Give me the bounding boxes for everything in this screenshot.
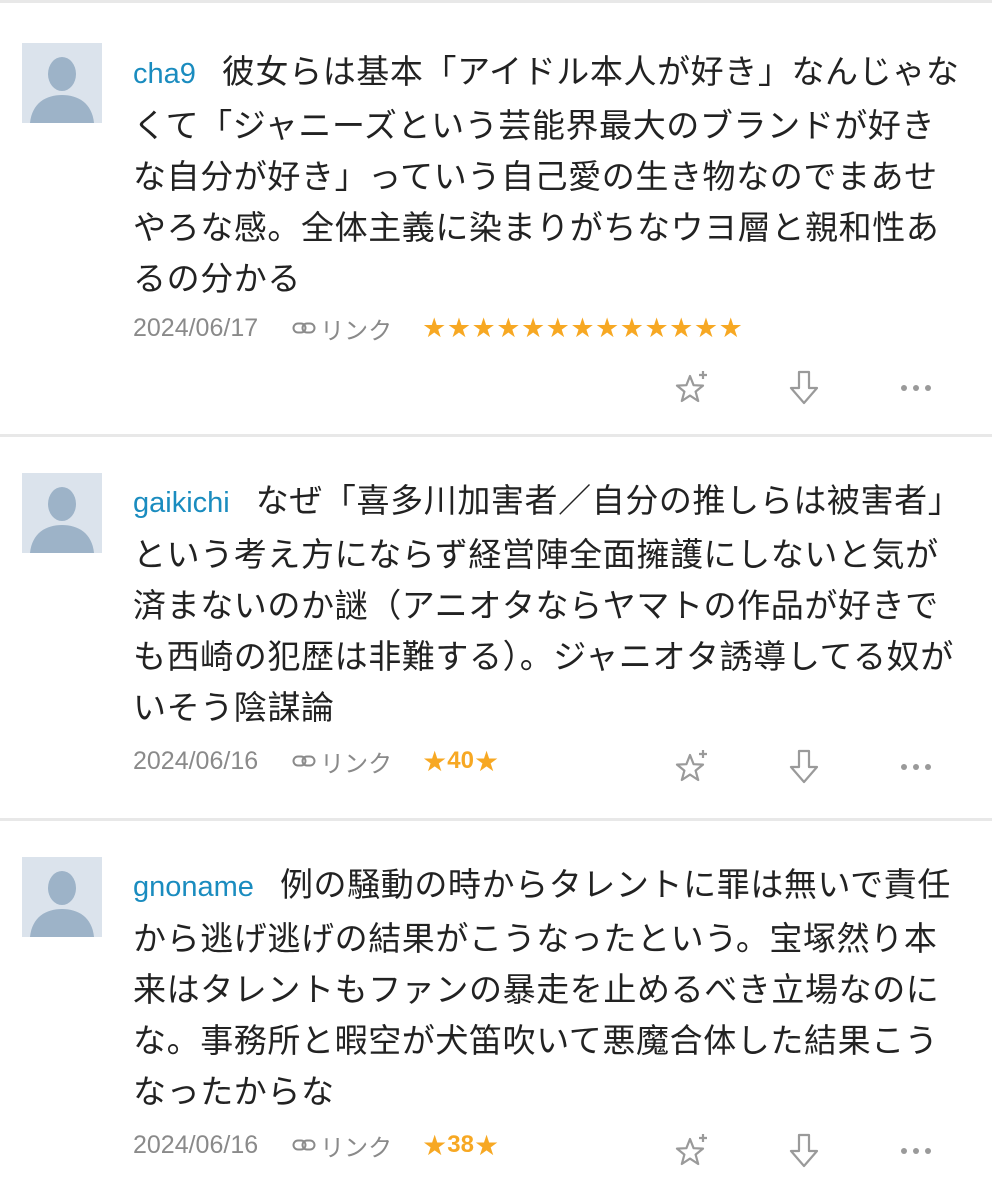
user-silhouette-icon	[22, 43, 102, 123]
star-score-badge: ★ 38 ★	[422, 1129, 499, 1162]
chain-link-icon	[292, 322, 316, 334]
comment-actions	[670, 1129, 970, 1173]
chain-link-icon	[292, 755, 316, 767]
username-link[interactable]: gnoname	[133, 871, 254, 903]
username-link[interactable]: gaikichi	[133, 487, 230, 519]
star-count: 38	[447, 1131, 474, 1158]
ellipsis-icon	[901, 385, 931, 391]
more-options-button[interactable]	[894, 366, 938, 410]
comment-actions	[670, 745, 970, 789]
user-silhouette-icon	[22, 473, 102, 553]
comment-meta: 2024/06/17 リンク ★★★★★★★★★★★★★	[133, 306, 743, 350]
avatar[interactable]	[22, 43, 102, 123]
comment-body: 例の騒動の時からタレントに罪は無いで責任から逃げ逃げの結果がこうなったという。宝…	[133, 865, 951, 1111]
link-label: リンク	[320, 1133, 393, 1162]
comment-meta: 2024/06/16 リンク ★ 40 ★	[133, 739, 499, 783]
more-options-button[interactable]	[894, 745, 938, 789]
comment-body: 彼女らは基本「アイドル本人が好き」なんじゃなくて「ジャニーズという芸能界最大のブ…	[133, 52, 960, 298]
comment-text: cha9 彼女らは基本「アイドル本人が好き」なんじゃなくて「ジャニーズという芸能界…	[133, 46, 963, 304]
star-icon: ★	[422, 744, 448, 778]
comment-item: gnoname 例の騒動の時からタレントに罪は無いで責任から逃げ逃げの結果がこうな…	[0, 821, 992, 1200]
downvote-button[interactable]	[782, 366, 826, 410]
comment-text: gaikichi なぜ「喜多川加害者／自分の推しらは被害者」という考え方にならず経…	[133, 475, 963, 733]
star-plus-icon	[675, 371, 707, 403]
comment-actions	[670, 366, 970, 410]
star-count: 40	[447, 747, 474, 774]
ellipsis-icon	[901, 764, 931, 770]
chain-link-icon	[292, 1139, 316, 1151]
comment-item: cha9 彼女らは基本「アイドル本人が好き」なんじゃなくて「ジャニーズという芸能界…	[0, 3, 992, 437]
downvote-button[interactable]	[782, 1129, 826, 1173]
downvote-button[interactable]	[782, 745, 826, 789]
comment-date: 2024/06/16	[133, 746, 259, 775]
permalink-link[interactable]: リンク	[292, 311, 392, 346]
more-options-button[interactable]	[894, 1129, 938, 1173]
comment-meta: 2024/06/16 リンク ★ 38 ★	[133, 1123, 499, 1167]
comment-body: なぜ「喜多川加害者／自分の推しらは被害者」という考え方にならず経営陣全面擁護にし…	[133, 481, 962, 727]
permalink-link[interactable]: リンク	[292, 1128, 392, 1163]
star-plus-icon	[675, 1134, 707, 1166]
link-label: リンク	[320, 749, 393, 778]
avatar[interactable]	[22, 857, 102, 937]
link-label: リンク	[320, 316, 393, 345]
user-silhouette-icon	[22, 857, 102, 937]
comment-text: gnoname 例の騒動の時からタレントに罪は無いで責任から逃げ逃げの結果がこうな…	[133, 859, 963, 1117]
arrow-down-icon	[789, 1133, 819, 1168]
add-star-button[interactable]	[670, 1129, 714, 1173]
comment-item: gaikichi なぜ「喜多川加害者／自分の推しらは被害者」という考え方にならず経…	[0, 437, 992, 821]
arrow-down-icon	[789, 370, 819, 405]
star-rating: ★★★★★★★★★★★★★	[422, 312, 744, 344]
star-icon: ★	[473, 744, 500, 778]
star-icon: ★	[473, 1128, 500, 1162]
star-plus-icon	[675, 750, 707, 782]
username-link[interactable]: cha9	[133, 58, 196, 90]
ellipsis-icon	[901, 1148, 931, 1154]
add-star-button[interactable]	[670, 745, 714, 789]
star-icon: ★	[422, 1128, 448, 1162]
comment-date: 2024/06/17	[133, 313, 259, 342]
star-score-badge: ★ 40 ★	[422, 745, 499, 778]
avatar[interactable]	[22, 473, 102, 553]
permalink-link[interactable]: リンク	[292, 744, 392, 779]
arrow-down-icon	[789, 749, 819, 784]
comment-date: 2024/06/16	[133, 1130, 259, 1159]
add-star-button[interactable]	[670, 366, 714, 410]
